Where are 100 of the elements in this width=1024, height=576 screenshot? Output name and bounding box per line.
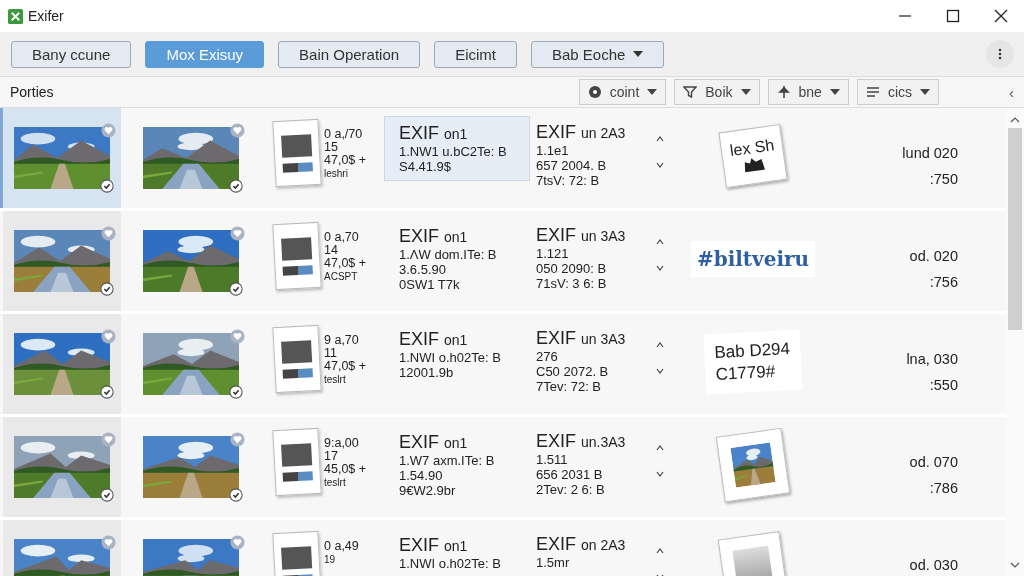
check-icon[interactable] <box>100 385 114 399</box>
metadata-text: 47,0$ + <box>324 154 368 167</box>
lines-icon <box>865 85 880 99</box>
filter-dropdown[interactable]: cics <box>856 79 939 105</box>
value-text: :550 <box>929 376 958 395</box>
document-thumbnail[interactable] <box>272 324 322 394</box>
exif-value: 1.NW1 u.bC2Te: B <box>399 144 508 159</box>
metadata-text: 0 a,70 <box>324 231 360 244</box>
check-icon[interactable] <box>229 385 243 399</box>
document-thumbnail[interactable] <box>272 118 322 188</box>
filter-dropdown[interactable]: Boik <box>674 79 760 105</box>
panel-title: Porties <box>10 84 55 100</box>
chevron-down-icon[interactable] <box>656 265 664 271</box>
value-text: lund 020 <box>902 144 958 163</box>
value-text: od. 020 <box>909 247 958 266</box>
exif-value: 1.1e1 <box>536 143 570 158</box>
check-icon[interactable] <box>100 488 114 502</box>
exif-value: C50 2072. B <box>536 364 610 379</box>
metadata-text: teslrt <box>324 476 347 489</box>
caret-icon <box>920 88 930 96</box>
check-icon[interactable] <box>100 282 114 296</box>
value-text: :786 <box>929 479 958 498</box>
exif-title: EXIF on 2A3 <box>536 534 627 555</box>
exif-title: EXIF on1 <box>399 329 469 350</box>
table-row[interactable]: 0 a,49 19 EXIF on1 1.NWI o.h02Te: B EXIF on 2A3 1.5mr od. 030 <box>0 520 1006 576</box>
document-thumbnail[interactable] <box>272 427 322 497</box>
check-icon[interactable] <box>229 282 243 296</box>
chevron-up-icon[interactable] <box>656 342 664 348</box>
toolbar-button[interactable]: Bab Eoche <box>531 40 665 68</box>
exif-value: 0SW1 T7k <box>399 277 461 292</box>
exif-title: EXIF un 2A3 <box>536 122 627 143</box>
exif-value: 1.ΛW dom.ITe: B <box>399 247 498 262</box>
chevron-down-icon[interactable] <box>656 162 664 168</box>
exif-value: S4.41.9$ <box>399 159 453 174</box>
exif-value: 7tsV: 72: B <box>536 173 601 188</box>
document-thumbnail[interactable] <box>272 221 322 291</box>
exif-title: EXIF un.3A3 <box>536 431 627 452</box>
metadata-text: 17 <box>324 450 339 463</box>
disc-icon <box>587 85 602 99</box>
chevron-down-icon[interactable] <box>656 368 664 374</box>
metadata-text: 9 a,70 <box>324 334 360 347</box>
exif-value: 3.6.5.90 <box>399 262 447 277</box>
exif-title: EXIF on1 <box>399 535 469 556</box>
exif-value: 1.W7 axm.ITe: B <box>399 453 496 468</box>
exif-title: EXIF un 3A3 <box>536 328 627 349</box>
note-card: lex Sh <box>718 123 788 189</box>
filter-dropdown[interactable]: bne <box>767 79 849 105</box>
collapse-toggle[interactable]: ‹ <box>1009 83 1014 101</box>
window-title: Exifer <box>28 8 65 24</box>
chevron-up-icon[interactable] <box>656 445 664 451</box>
note-card: Bab D294 C1779# <box>703 329 803 395</box>
table-row[interactable]: 0 a,/70 15 47,0$ + leshri EXIF on1 1.NW1 u.bC2Te: B S4.41.9$ EXIF un 2A3 1.1e1 657 2004. B 7tsV: 72: B lex Sh lund 020 :750 <box>0 108 1006 208</box>
metadata-text: 0 a,/70 <box>324 128 364 141</box>
metadata-text: 45,0$ + <box>324 463 368 476</box>
scrollbar[interactable] <box>1006 108 1024 576</box>
metadata-text: teslrt <box>324 373 347 386</box>
value-text: od. 070 <box>909 453 958 472</box>
exif-value: 9€W2.9br <box>399 483 457 498</box>
caret-icon <box>647 88 658 96</box>
exif-value: 1.54.90 <box>399 468 444 483</box>
table-row[interactable]: 9:a,00 17 45,0$ + teslrt EXIF on1 1.W7 axm.ITe: B 1.54.90 9€W2.9br EXIF un.3A3 1.511 656 2031 B 2Tev: 2 6: B od. 070 :786 <box>0 417 1006 517</box>
caret-icon <box>829 88 840 96</box>
exif-value: 71sV: 3 6: B <box>536 276 608 291</box>
value-text: :750 <box>929 170 958 189</box>
exif-value: 1.121 <box>536 246 570 261</box>
check-icon[interactable] <box>100 179 114 193</box>
filter-dropdown[interactable]: coint <box>578 79 667 105</box>
toolbar-button[interactable]: Bany ccune <box>11 40 132 68</box>
maximize-icon[interactable] <box>946 9 960 23</box>
metadata-text: 11 <box>324 347 338 360</box>
toolbar-button[interactable]: Eicimt <box>434 40 517 68</box>
exif-title: EXIF on1 <box>399 226 469 247</box>
exif-value: 7Tev: 72: B <box>536 379 603 394</box>
metadata-text: 14 <box>324 244 339 257</box>
metadata-text: 19 <box>324 553 337 566</box>
exif-title: EXIF on1 <box>399 123 469 144</box>
exif-value: 1.511 <box>536 452 569 467</box>
table-row[interactable]: 0 a,70 14 47,0$ + ACSPT EXIF on1 1.ΛW dom.ITe: B 3.6.5.90 0SW1 T7k EXIF un 3A3 1.121 050 2090: B 71sV: 3 6: B #biltveiru od. 020 :756 <box>0 211 1006 311</box>
chevron-up-icon[interactable] <box>656 136 664 142</box>
value-text: :756 <box>929 273 958 292</box>
exif-value: 2Tev: 2 6: B <box>536 482 606 497</box>
handwritten-label: #biltveiru <box>690 241 816 277</box>
value-text: lna, 030 <box>906 350 958 369</box>
exif-value: 276 <box>536 349 559 364</box>
exif-value: 12001.9b <box>399 365 455 380</box>
exif-value: 1.5mr <box>536 555 571 570</box>
chevron-up-icon[interactable] <box>656 239 664 245</box>
exif-value: 1.NWI o.h02Te: B <box>399 556 502 571</box>
table-row[interactable]: 9 a,70 11 47,0$ + teslrt EXIF on1 1.NWI o.h02Te: B 12001.9b EXIF un 3A3 276 C50 2072. B 7Tev: 72: B Bab D294 C1779# lna, 030 :550 <box>0 314 1006 414</box>
value-text: od. 030 <box>909 556 958 575</box>
toolbar-button[interactable]: Bain Operation <box>278 40 421 68</box>
check-icon[interactable] <box>229 488 243 502</box>
check-icon[interactable] <box>229 179 243 193</box>
close-icon[interactable] <box>994 9 1008 23</box>
exif-value: 656 2031 B <box>536 467 604 482</box>
metadata-text: 0 a,49 <box>324 540 360 553</box>
chevron-down-icon[interactable] <box>656 471 664 477</box>
chevron-up-icon[interactable] <box>656 548 664 554</box>
app-logo-icon <box>8 8 23 24</box>
metadata-text: 47,0$ + <box>324 257 368 270</box>
